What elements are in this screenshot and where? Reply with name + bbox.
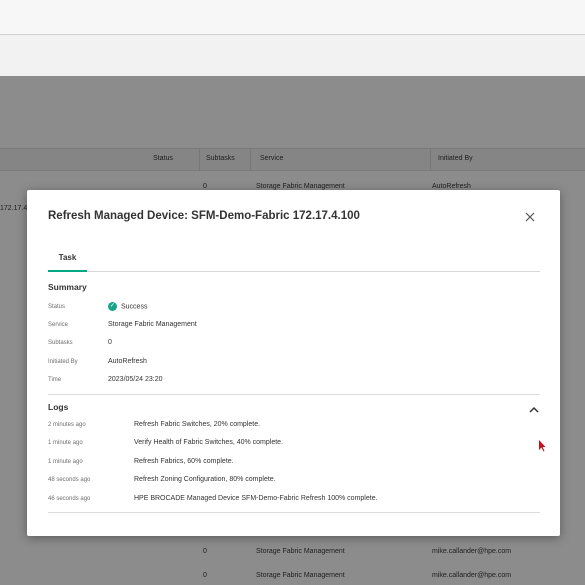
cell-subtasks: 0 xyxy=(203,183,207,190)
column-header-subtasks[interactable]: Subtasks xyxy=(206,155,235,162)
table-row[interactable]: 0 Storage Fabric Management mike.calland… xyxy=(0,543,585,563)
section-divider xyxy=(48,394,540,395)
cell-initiated-by: mike.callander@hpe.com xyxy=(432,572,512,579)
log-time: 48 seconds ago xyxy=(48,477,91,483)
cell-service: Storage Fabric Management xyxy=(256,183,345,190)
cell-initiated-by: AutoRefresh xyxy=(432,183,471,190)
table-cell-name-fragment: 172.17.4. xyxy=(0,205,30,212)
log-time: 2 minutes ago xyxy=(48,422,86,428)
cell-service: Storage Fabric Management xyxy=(256,572,345,579)
subtasks-value: 0 xyxy=(108,339,112,346)
mouse-cursor-icon xyxy=(539,440,546,452)
log-message: Refresh Zoning Configuration, 80% comple… xyxy=(134,476,276,483)
cell-service: Storage Fabric Management xyxy=(256,548,345,555)
log-time: 1 minute ago xyxy=(48,440,83,446)
log-time: 46 seconds ago xyxy=(48,496,91,502)
column-header-initiated-by[interactable]: Initiated By xyxy=(438,155,473,162)
service-value: Storage Fabric Management xyxy=(108,321,197,328)
subtasks-label: Subtasks xyxy=(48,340,73,346)
tab-task[interactable]: Task xyxy=(48,249,87,272)
log-message: Refresh Fabric Switches, 20% complete. xyxy=(134,421,261,428)
app-header-area xyxy=(0,0,585,76)
log-message: Verify Health of Fabric Switches, 40% co… xyxy=(134,439,284,446)
dialog-tabs: Task xyxy=(48,249,540,272)
column-header-service[interactable]: Service xyxy=(260,155,283,162)
initiated-by-label: Initiated By xyxy=(48,359,78,365)
status-text: Success xyxy=(121,303,148,311)
time-value: 2023/05/24 23:20 xyxy=(108,376,163,383)
status-label: Status xyxy=(48,304,66,310)
log-message: Refresh Fabrics, 60% complete. xyxy=(134,458,234,465)
app-topbar xyxy=(0,0,585,35)
cell-subtasks: 0 xyxy=(203,548,207,555)
log-message: HPE BROCADE Managed Device SFM-Demo-Fabr… xyxy=(134,495,378,502)
close-icon[interactable] xyxy=(523,210,537,224)
cell-subtasks: 0 xyxy=(203,572,207,579)
initiated-by-value: AutoRefresh xyxy=(108,358,147,365)
status-value: ✓ Success xyxy=(108,302,147,311)
cell-initiated-by: mike.callander@hpe.com xyxy=(432,548,512,555)
summary-heading: Summary xyxy=(48,282,87,292)
time-label: Time xyxy=(48,377,62,383)
log-time: 1 minute ago xyxy=(48,459,83,465)
service-label: Service xyxy=(48,322,69,328)
chevron-up-icon[interactable] xyxy=(529,402,539,413)
success-check-icon: ✓ xyxy=(108,302,117,311)
table-row[interactable]: 0 Storage Fabric Management mike.calland… xyxy=(0,567,585,585)
dialog-title: Refresh Managed Device: SFM-Demo-Fabric … xyxy=(48,210,360,222)
section-divider xyxy=(48,512,540,513)
table-header: Status Subtasks Service Initiated By xyxy=(0,148,585,171)
column-header-status[interactable]: Status xyxy=(153,155,173,162)
logs-heading[interactable]: Logs xyxy=(48,402,68,412)
task-details-dialog: Refresh Managed Device: SFM-Demo-Fabric … xyxy=(27,190,560,536)
